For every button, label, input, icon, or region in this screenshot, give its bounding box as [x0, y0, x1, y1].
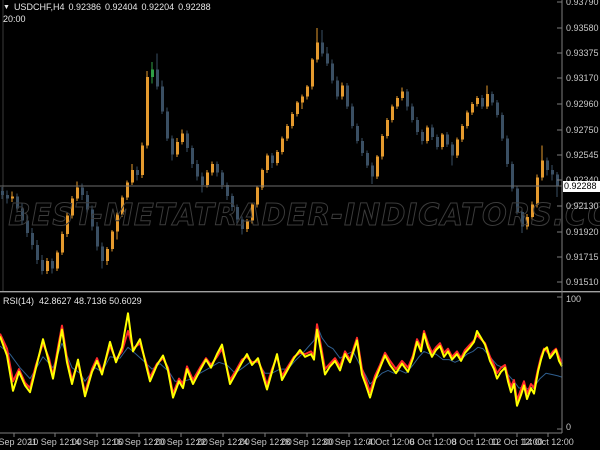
rsi-scale-min-label: 0 [566, 422, 572, 432]
chart-canvas[interactable] [0, 0, 600, 450]
price-axis-label: 0.92545 [566, 149, 599, 160]
price-axis-label: 0.92130 [566, 200, 599, 211]
price-axis-label: 0.93790 [566, 0, 599, 7]
price-axis[interactable]: 0.93790 0.93580 0.93375 0.93170 0.92960 0.927… [563, 0, 600, 433]
symbol-dropdown-icon[interactable]: ▼ [3, 4, 10, 11]
time-axis[interactable]: 8 Sep 202110 Sep 12:0014 Sep 12:0016 Sep… [0, 434, 600, 450]
price-axis-label: 0.92960 [566, 98, 599, 109]
price-axis-label: 0.91715 [566, 251, 599, 262]
time-axis-label: 4 Oct 12:00 [367, 437, 415, 447]
price-axis-label: 0.93170 [566, 73, 599, 84]
price-axis-label: 0.91510 [566, 277, 599, 287]
price-axis-label: 0.93375 [566, 47, 599, 58]
rsi-scale-max-label: 100 [566, 294, 582, 304]
current-price-tag: 0.92288 [563, 181, 600, 192]
price-axis-label: 0.93580 [566, 22, 599, 33]
price-axis-label: 0.92750 [566, 124, 599, 135]
price-axis-label: 0.91920 [566, 226, 599, 237]
mt4-chart-window: ▼ USDCHF,H4 0.92386 0.92404 0.92204 0.92288 2… [0, 0, 600, 450]
time-axis-label: 6 Oct 12:00 [409, 437, 457, 447]
time-axis-label: 14 Oct 12:00 [522, 437, 574, 447]
